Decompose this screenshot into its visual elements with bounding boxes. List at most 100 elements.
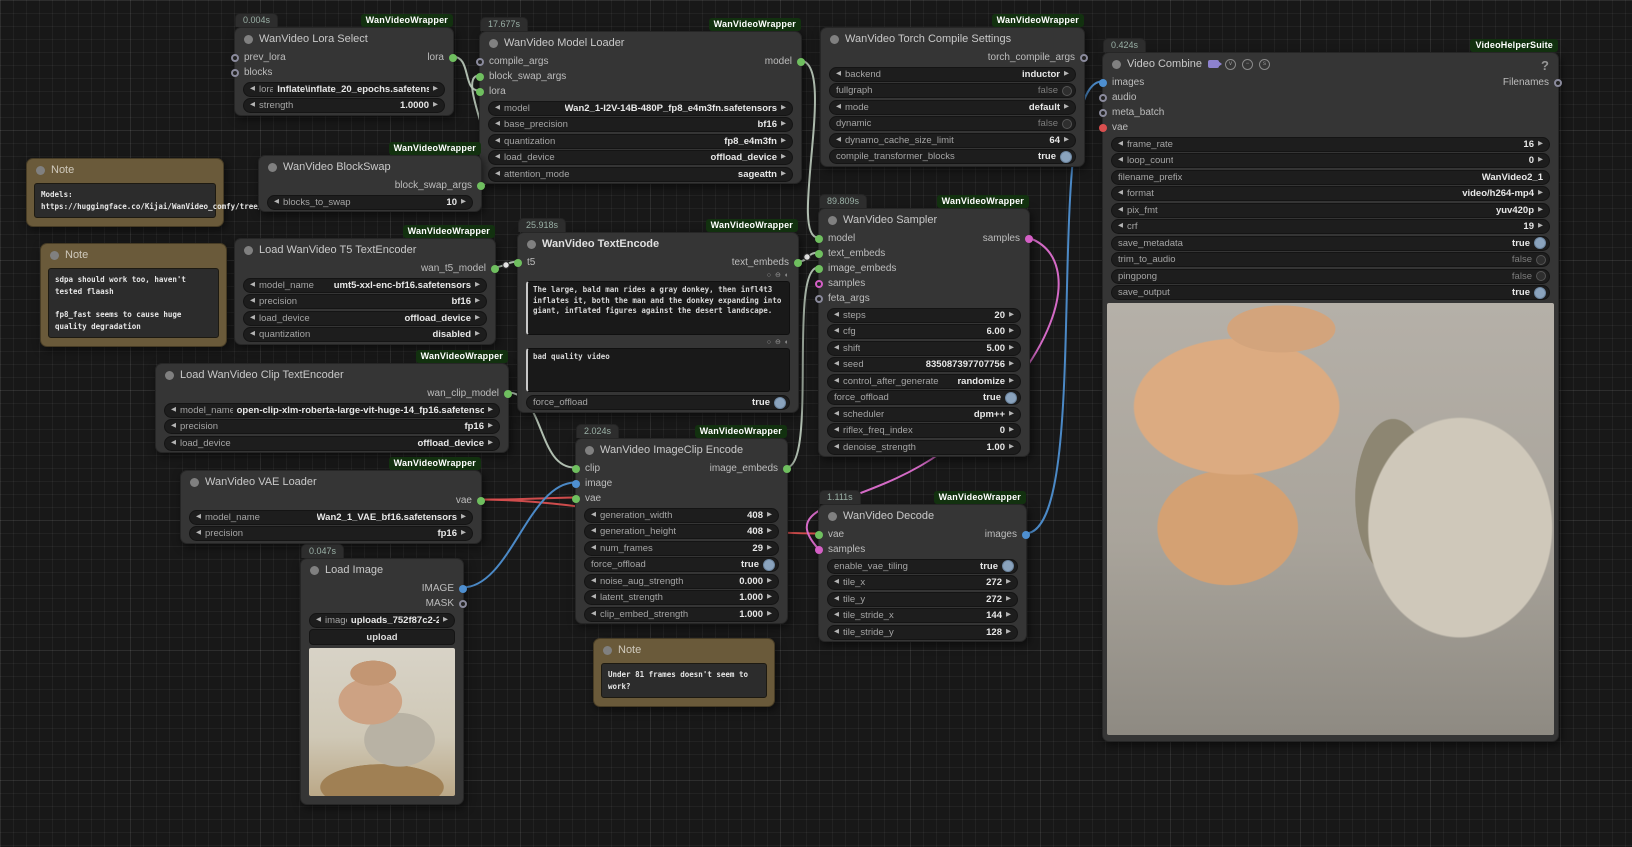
increment-icon[interactable]: ▶ <box>1064 104 1069 111</box>
widget-image[interactable]: ◀imageuploads_752f87c2-2d...▶ <box>309 613 455 628</box>
increment-icon[interactable]: ▶ <box>1538 223 1543 230</box>
widget-blocks_to_swap[interactable]: ◀blocks_to_swap10▶ <box>267 195 473 210</box>
toggle-knob[interactable] <box>1062 119 1072 129</box>
decrement-icon[interactable]: ◀ <box>836 104 841 111</box>
node-graph-canvas[interactable]: 0.004sWanVideoWrapperWanVideo Lora Selec… <box>0 0 1632 847</box>
increment-icon[interactable]: ▶ <box>1009 361 1014 368</box>
decrement-icon[interactable]: ◀ <box>834 411 839 418</box>
node-note_frames[interactable]: NoteUnder 81 frames doesn't seem to work… <box>593 638 775 707</box>
collapse-dot[interactable] <box>268 163 277 172</box>
decrement-icon[interactable]: ◀ <box>495 154 500 161</box>
widget-tile_x[interactable]: ◀tile_x272▶ <box>827 575 1018 590</box>
increment-icon[interactable]: ▶ <box>461 530 466 537</box>
output-slot-wan_t5_model[interactable]: wan_t5_model <box>421 263 499 274</box>
toggle-knob[interactable] <box>1534 237 1546 249</box>
widget-mode[interactable]: ◀modedefault▶ <box>829 100 1076 115</box>
decrement-icon[interactable]: ◀ <box>171 440 176 447</box>
increment-icon[interactable]: ▶ <box>781 121 786 128</box>
increment-icon[interactable]: ▶ <box>488 440 493 447</box>
toggle-knob[interactable] <box>1536 271 1546 281</box>
increment-icon[interactable]: ▶ <box>1009 427 1014 434</box>
decrement-icon[interactable]: ◀ <box>495 138 500 145</box>
widget-load_device[interactable]: ◀load_deviceoffload_device▶ <box>164 436 500 451</box>
decrement-icon[interactable]: ◀ <box>196 530 201 537</box>
decrement-icon[interactable]: ◀ <box>1118 207 1123 214</box>
widget-tile_y[interactable]: ◀tile_y272▶ <box>827 592 1018 607</box>
output-slot-image_embeds[interactable]: image_embeds <box>710 463 791 474</box>
increment-icon[interactable]: ▶ <box>767 611 772 618</box>
input-dot-audio[interactable] <box>1099 94 1107 102</box>
collapse-dot[interactable] <box>310 566 319 575</box>
collapse-dot[interactable] <box>603 646 612 655</box>
output-slot-torch_compile_args[interactable]: torch_compile_args <box>988 52 1088 63</box>
input-slot-lora[interactable]: lora <box>476 86 506 97</box>
increment-icon[interactable]: ▶ <box>781 138 786 145</box>
widget-fullgraph[interactable]: fullgraphfalse <box>829 83 1076 98</box>
widget-generation_height[interactable]: ◀generation_height408▶ <box>584 524 779 539</box>
node-text_encode[interactable]: 25.918sWanVideoWrapperWanVideo TextEncod… <box>517 232 799 413</box>
output-dot-torch_compile_args[interactable] <box>1080 54 1088 62</box>
decrement-icon[interactable]: ◀ <box>834 596 839 603</box>
input-dot-t5[interactable] <box>514 259 522 267</box>
input-dot-feta_args[interactable] <box>815 295 823 303</box>
increment-icon[interactable]: ▶ <box>1538 190 1543 197</box>
upload-button[interactable]: upload <box>309 629 455 645</box>
node-torch_compile[interactable]: WanVideoWrapperWanVideo Torch Compile Se… <box>820 27 1085 167</box>
widget-quantization[interactable]: ◀quantizationfp8_e4m3fn▶ <box>488 134 793 149</box>
increment-icon[interactable]: ▶ <box>1009 345 1014 352</box>
widget-enable_vae_tiling[interactable]: enable_vae_tilingtrue <box>827 559 1018 574</box>
increment-icon[interactable]: ▶ <box>781 171 786 178</box>
link-midpoint-dot[interactable] <box>804 254 810 260</box>
collapse-dot[interactable] <box>190 478 199 487</box>
output-slot-images[interactable]: images <box>985 529 1030 540</box>
increment-icon[interactable]: ▶ <box>1064 137 1069 144</box>
output-dot-lora[interactable] <box>449 54 457 62</box>
widget-crf[interactable]: ◀crf19▶ <box>1111 219 1550 234</box>
widget-lora[interactable]: ◀loraInflate\inflate_20_epochs.safetenso… <box>243 82 445 97</box>
decrement-icon[interactable]: ◀ <box>834 629 839 636</box>
node-vae_loader[interactable]: WanVideoWrapperWanVideo VAE Loadervae◀mo… <box>180 470 482 544</box>
toggle-knob[interactable] <box>1062 86 1072 96</box>
increment-icon[interactable]: ▶ <box>1064 71 1069 78</box>
decrement-icon[interactable]: ◀ <box>834 378 839 385</box>
collapse-dot[interactable] <box>50 251 59 260</box>
increment-icon[interactable]: ▶ <box>767 512 772 519</box>
input-slot-samples[interactable]: samples <box>815 544 865 555</box>
input-slot-t5[interactable]: t5 <box>514 257 535 268</box>
widget-tile_stride_x[interactable]: ◀tile_stride_x144▶ <box>827 608 1018 623</box>
toggle-knob[interactable] <box>1005 392 1017 404</box>
node-note_models[interactable]: NoteModels: https://huggingface.co/Kijai… <box>26 158 224 227</box>
node-model_loader[interactable]: 17.677sWanVideoWrapperWanVideo Model Loa… <box>479 31 802 184</box>
widget-model_name[interactable]: ◀model_nameWan2_1_VAE_bf16.safetensors▶ <box>189 510 473 525</box>
increment-icon[interactable]: ▶ <box>767 528 772 535</box>
decrement-icon[interactable]: ◀ <box>250 331 255 338</box>
widget-save_output[interactable]: save_outputtrue <box>1111 285 1550 300</box>
widget-save_metadata[interactable]: save_metadatatrue <box>1111 236 1550 251</box>
widget-pingpong[interactable]: pingpongfalse <box>1111 269 1550 284</box>
decrement-icon[interactable]: ◀ <box>834 444 839 451</box>
widget-trim_to_audio[interactable]: trim_to_audiofalse <box>1111 252 1550 267</box>
node-lora_select[interactable]: 0.004sWanVideoWrapperWanVideo Lora Selec… <box>234 27 454 116</box>
input-slot-vae[interactable]: vae <box>1099 122 1128 133</box>
input-slot-vae[interactable]: vae <box>815 529 844 540</box>
decrement-icon[interactable]: ◀ <box>171 423 176 430</box>
input-slot-block_swap_args[interactable]: block_swap_args <box>476 71 566 82</box>
increment-icon[interactable]: ▶ <box>475 298 480 305</box>
increment-icon[interactable]: ▶ <box>767 545 772 552</box>
increment-icon[interactable]: ▶ <box>767 594 772 601</box>
collapse-dot[interactable] <box>489 39 498 48</box>
decrement-icon[interactable]: ◀ <box>591 578 596 585</box>
widget-precision[interactable]: ◀precisionfp16▶ <box>189 526 473 541</box>
input-dot-text_embeds[interactable] <box>815 250 823 258</box>
prompt-textarea[interactable]: The large, bald man rides a gray donkey,… <box>526 281 790 335</box>
increment-icon[interactable]: ▶ <box>1538 157 1543 164</box>
widget-compile_transformer_blocks[interactable]: compile_transformer_blockstrue <box>829 149 1076 164</box>
output-dot-wan_clip_model[interactable] <box>504 390 512 398</box>
widget-attention_mode[interactable]: ◀attention_modesageattn▶ <box>488 167 793 182</box>
input-slot-prev_lora[interactable]: prev_lora <box>231 52 286 63</box>
output-slot-MASK[interactable]: MASK <box>426 598 467 609</box>
widget-riflex_freq_index[interactable]: ◀riflex_freq_index0▶ <box>827 423 1021 438</box>
node-sampler[interactable]: 89.809sWanVideoWrapperWanVideo Samplermo… <box>818 208 1030 457</box>
output-slot-vae[interactable]: vae <box>456 495 485 506</box>
help-icon[interactable]: ? <box>1541 58 1549 73</box>
